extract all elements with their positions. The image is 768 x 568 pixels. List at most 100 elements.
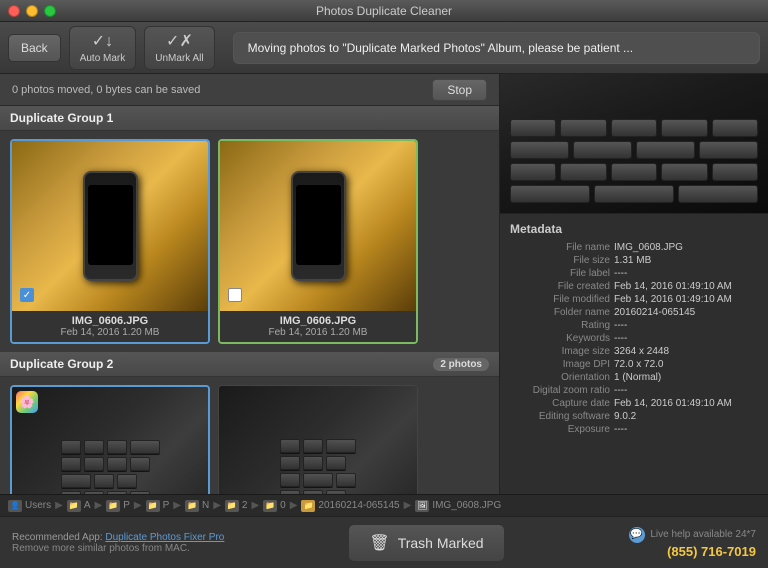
photo-thumb: 🌸 bbox=[12, 387, 208, 494]
preview-keyboard bbox=[500, 74, 768, 213]
meta-row: File nameIMG_0608.JPG bbox=[510, 242, 758, 253]
kb-key bbox=[117, 474, 137, 488]
minimize-button[interactable] bbox=[26, 5, 38, 17]
meta-key: Image size bbox=[510, 346, 610, 357]
photo-card[interactable] bbox=[218, 385, 418, 494]
bc-separator: ▶ bbox=[173, 500, 181, 511]
meta-val: ---- bbox=[614, 320, 758, 331]
meta-val: ---- bbox=[614, 424, 758, 435]
preview-kb-key bbox=[560, 119, 606, 137]
close-button[interactable] bbox=[8, 5, 20, 17]
auto-mark-button[interactable]: ✓↓ Auto Mark bbox=[69, 26, 137, 70]
keyboard-image bbox=[219, 386, 417, 494]
preview-kb-key bbox=[510, 163, 556, 181]
bc-p-label: P bbox=[123, 500, 130, 511]
kb-key bbox=[61, 474, 91, 488]
auto-mark-icon: ✓↓ bbox=[92, 31, 113, 51]
preview-kb-key bbox=[560, 163, 606, 181]
group-2-photos: 🌸 bbox=[0, 377, 499, 494]
maximize-button[interactable] bbox=[44, 5, 56, 17]
bc-separator: ▶ bbox=[95, 500, 103, 511]
bc-2: 📁 2 bbox=[225, 500, 248, 512]
meta-row: Image DPI72.0 x 72.0 bbox=[510, 359, 758, 370]
keyboard-rows bbox=[61, 440, 160, 495]
folder-icon: 📁 bbox=[263, 500, 277, 512]
folder-icon: 📁 bbox=[106, 500, 120, 512]
trash-marked-button[interactable]: 🗑 Trash Marked bbox=[348, 524, 504, 562]
bc-a-label: A bbox=[84, 500, 91, 511]
recommend-link[interactable]: Duplicate Photos Fixer Pro bbox=[105, 532, 224, 543]
preview-kb-key bbox=[661, 163, 707, 181]
kb-key bbox=[130, 440, 160, 454]
photo-thumb: 🌸 bbox=[12, 141, 208, 311]
notification-bar: Moving photos to "Duplicate Marked Photo… bbox=[233, 32, 760, 64]
unmark-all-button[interactable]: ✓✗ UnMark All bbox=[144, 26, 214, 70]
preview-kb-key bbox=[611, 163, 657, 181]
scroll-area[interactable]: Duplicate Group 1 🌸 IMG_0606.JPG bbox=[0, 106, 499, 494]
kb-key bbox=[280, 473, 300, 487]
meta-row: Exposure---- bbox=[510, 424, 758, 435]
trash-label: Trash Marked bbox=[398, 535, 484, 551]
kb-key bbox=[84, 491, 104, 495]
kb-key bbox=[326, 439, 356, 453]
bc-n: 📁 N bbox=[185, 500, 209, 512]
group-1-header: Duplicate Group 1 bbox=[0, 106, 499, 131]
folder-icon: 📁 bbox=[67, 500, 81, 512]
kb-key bbox=[130, 457, 150, 471]
kb-key bbox=[61, 491, 81, 495]
status-bar: 0 photos moved, 0 bytes can be saved Sto… bbox=[0, 74, 499, 106]
bc-datedir-label: 20160214-065145 bbox=[318, 500, 399, 511]
keyboard-rows bbox=[280, 439, 356, 495]
photo-name: IMG_0606.JPG bbox=[228, 315, 408, 327]
kb-key bbox=[280, 490, 300, 495]
preview-kb-key bbox=[712, 163, 758, 181]
bc-p2-label: P bbox=[163, 500, 170, 511]
bc-separator: ▶ bbox=[251, 500, 259, 511]
check-empty-icon bbox=[228, 288, 242, 302]
meta-val: 9.0.2 bbox=[614, 411, 758, 422]
meta-key: Orientation bbox=[510, 372, 610, 383]
kb-key bbox=[107, 440, 127, 454]
kb-key bbox=[326, 456, 346, 470]
support-phone[interactable]: (855) 716-7019 bbox=[629, 544, 756, 559]
window-title: Photos Duplicate Cleaner bbox=[316, 4, 452, 18]
kb-key bbox=[336, 473, 356, 487]
group-1-photos: 🌸 IMG_0606.JPG Feb 14, 2016 1.20 MB ✓ bbox=[0, 131, 499, 352]
kb-key bbox=[107, 457, 127, 471]
photo-card[interactable]: 🌸 bbox=[10, 385, 210, 494]
unmark-all-label: UnMark All bbox=[155, 53, 203, 64]
photo-card[interactable]: 🌸 IMG_0606.JPG Feb 14, 2016 1.20 MB bbox=[218, 139, 418, 344]
bc-separator: ▶ bbox=[55, 500, 63, 511]
bc-file-label: IMG_0608.JPG bbox=[432, 500, 501, 511]
stop-button[interactable]: Stop bbox=[432, 79, 487, 101]
folder-icon: 📁 bbox=[185, 500, 199, 512]
kb-key bbox=[130, 491, 150, 495]
meta-val: 1 (Normal) bbox=[614, 372, 758, 383]
bc-0-label: 0 bbox=[280, 500, 286, 511]
back-button[interactable]: Back bbox=[8, 34, 61, 62]
unmark-icon: ✓✗ bbox=[166, 31, 193, 51]
meta-row: Image size3264 x 2448 bbox=[510, 346, 758, 357]
meta-val: ---- bbox=[614, 268, 758, 279]
toolbar: Back ✓↓ Auto Mark ✓✗ UnMark All Moving p… bbox=[0, 22, 768, 74]
folder-icon: 📁 bbox=[225, 500, 239, 512]
metadata-title: Metadata bbox=[510, 222, 758, 236]
preview-kb-key bbox=[510, 141, 569, 159]
phone-device bbox=[291, 171, 346, 281]
kb-key bbox=[61, 440, 81, 454]
meta-key: Rating bbox=[510, 320, 610, 331]
bc-a: 📁 A bbox=[67, 500, 91, 512]
meta-val: ---- bbox=[614, 385, 758, 396]
right-panel: Metadata File nameIMG_0608.JPGFile size1… bbox=[500, 74, 768, 494]
photo-checkbox[interactable] bbox=[228, 288, 242, 302]
preview-kb-key bbox=[699, 141, 758, 159]
photo-card[interactable]: 🌸 IMG_0606.JPG Feb 14, 2016 1.20 MB ✓ bbox=[10, 139, 210, 344]
preview-kb-key bbox=[678, 185, 758, 203]
meta-val: IMG_0608.JPG bbox=[614, 242, 758, 253]
meta-val: Feb 14, 2016 01:49:10 AM bbox=[614, 281, 758, 292]
meta-val: 72.0 x 72.0 bbox=[614, 359, 758, 370]
meta-row: Editing software9.0.2 bbox=[510, 411, 758, 422]
photo-meta: Feb 14, 2016 1.20 MB bbox=[228, 327, 408, 338]
meta-key: File label bbox=[510, 268, 610, 279]
photo-checkbox[interactable]: ✓ bbox=[20, 288, 34, 302]
